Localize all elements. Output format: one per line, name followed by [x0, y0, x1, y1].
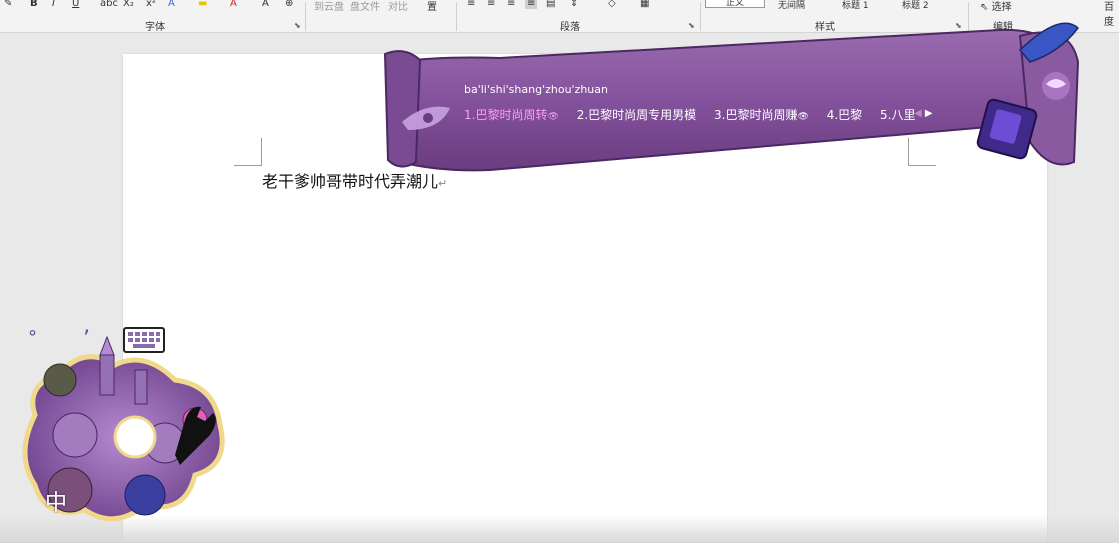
highlight-button[interactable]: ▬ — [198, 0, 207, 9]
bold-button[interactable]: B — [30, 0, 38, 9]
align-center-button[interactable]: ≡ — [487, 0, 495, 9]
ime-status-bar[interactable]: ° ’ 中 — [15, 325, 230, 535]
keyboard-keys-icon — [128, 332, 160, 348]
cloud-item-1[interactable]: 到云盘 — [314, 0, 344, 13]
italic-button[interactable]: I — [52, 0, 55, 9]
font-color-button[interactable]: A — [230, 0, 237, 9]
select-button[interactable]: ⇖ 选择 — [980, 0, 1012, 13]
select-label: 选择 — [991, 2, 1012, 13]
superscript-button[interactable]: x² — [146, 0, 156, 9]
eye-icon: 👁 — [797, 112, 809, 122]
fullwidth-mode-icon[interactable]: ’ — [83, 327, 90, 352]
candidate-page-nav: ◀ ▶ — [914, 108, 933, 119]
shading-button[interactable]: ◇ — [608, 0, 616, 9]
candidate-2-label: 2.巴黎时尚周专用男模 — [576, 108, 697, 122]
align-left-button[interactable]: ≡ — [467, 0, 475, 9]
text-effect-button[interactable]: A — [168, 0, 175, 9]
candidate-list: 1.巴黎时尚周转👁 2.巴黎时尚周专用男模 3.巴黎时尚周赚👁 4.巴黎 5.八… — [464, 106, 929, 123]
style-normal[interactable]: 正文 — [705, 0, 765, 8]
font-group-label: 字体 — [145, 22, 165, 33]
candidate-4-label: 4.巴黎 — [826, 108, 863, 122]
borders-button[interactable]: ▦ — [640, 0, 649, 9]
brush-icon[interactable]: ✎ — [4, 0, 12, 9]
candidate-4[interactable]: 4.巴黎 — [827, 106, 862, 123]
keyboard-icon[interactable] — [123, 327, 165, 353]
cursor-icon: ⇖ — [980, 2, 989, 13]
next-page-icon[interactable]: ▶ — [925, 108, 933, 119]
candidate-5-label: 5.八里 — [880, 108, 916, 122]
candidate-2[interactable]: 2.巴黎时尚周专用男模 — [577, 106, 696, 123]
ime-language-toggle[interactable]: 中 — [45, 485, 67, 517]
candidate-1[interactable]: 1.巴黎时尚周转👁 — [464, 106, 559, 123]
punctuation-mode-icon[interactable]: ° — [28, 327, 37, 348]
separator — [305, 2, 306, 31]
style-heading-1[interactable]: 标题 1 — [842, 0, 869, 11]
candidate-3[interactable]: 3.巴黎时尚周赚👁 — [714, 106, 809, 123]
baidu-button[interactable]: 百度 — [1104, 0, 1119, 28]
candidate-5[interactable]: 5.八里 — [880, 106, 915, 123]
style-heading-2[interactable]: 标题 2 — [902, 0, 929, 11]
eye-icon: 👁 — [547, 112, 559, 122]
ime-candidate-window[interactable]: ba'li'shi'shang'zhou'zhuan 1.巴黎时尚周转👁 2.巴… — [380, 22, 1080, 182]
cloud-item-2[interactable]: 盘文件 — [350, 0, 380, 13]
font-dialog-launcher[interactable]: ⬊ — [294, 21, 301, 30]
prev-page-icon[interactable]: ◀ — [914, 108, 922, 119]
scroll-banner-icon — [383, 22, 1080, 172]
line-spacing-button[interactable]: ⇕ — [570, 0, 578, 9]
distribute-button[interactable]: ▤ — [546, 0, 555, 9]
candidate-1-label: 1.巴黎时尚周转 — [464, 108, 548, 122]
pinyin-input-display: ba'li'shi'shang'zhou'zhuan — [464, 83, 608, 96]
enclose-char-button[interactable]: ⊕ — [285, 0, 293, 9]
align-right-button[interactable]: ≡ — [507, 0, 515, 9]
underline-button[interactable]: U — [72, 0, 79, 9]
char-shading-button[interactable]: A — [262, 0, 269, 9]
margin-corner-top-left — [234, 138, 262, 166]
style-normal-label: 正文 — [725, 0, 744, 8]
strikethrough-button[interactable]: abc — [100, 0, 118, 9]
cloud-item-4[interactable]: 置 — [427, 0, 437, 13]
justify-button[interactable]: ≡ — [525, 0, 538, 9]
candidate-3-label: 3.巴黎时尚周赚 — [714, 108, 798, 122]
style-no-spacing[interactable]: 无间隔 — [778, 0, 805, 11]
cloud-item-3[interactable]: 对比 — [388, 0, 408, 13]
subscript-button[interactable]: X₂ — [123, 0, 134, 9]
